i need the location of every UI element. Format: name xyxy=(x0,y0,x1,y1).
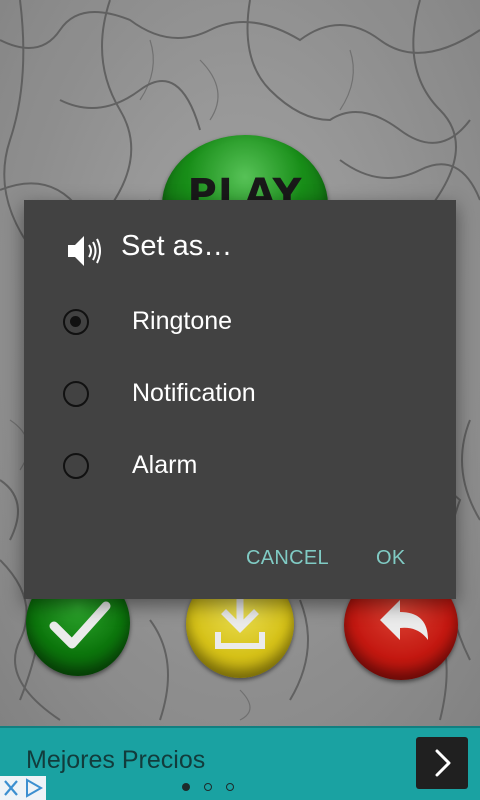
option-label: Alarm xyxy=(132,451,198,479)
cancel-button[interactable]: CANCEL xyxy=(246,538,329,578)
ad-next-button[interactable] xyxy=(416,737,468,789)
adchoices-icon xyxy=(26,778,44,798)
radio-alarm[interactable] xyxy=(63,453,89,479)
page-dot-active xyxy=(182,783,190,791)
option-ringtone[interactable]: Ringtone xyxy=(24,288,456,360)
ad-text[interactable]: Mejores Precios xyxy=(26,746,205,775)
ad-close-button[interactable] xyxy=(0,776,46,800)
option-label: Notification xyxy=(132,379,256,407)
ad-page-indicator xyxy=(182,783,242,795)
page-dot xyxy=(204,783,212,791)
ad-banner[interactable]: Mejores Precios xyxy=(0,726,480,800)
dialog-header: Set as… xyxy=(24,200,456,300)
page-dot xyxy=(226,783,234,791)
close-icon xyxy=(4,778,44,798)
radio-notification[interactable] xyxy=(63,381,89,407)
option-notification[interactable]: Notification xyxy=(24,360,456,432)
chevron-right-icon xyxy=(435,749,451,777)
dialog-title: Set as… xyxy=(121,230,233,262)
speaker-icon xyxy=(68,236,101,266)
radio-selected-dot xyxy=(70,316,81,327)
option-label: Ringtone xyxy=(132,307,233,335)
option-alarm[interactable]: Alarm xyxy=(24,432,456,504)
ok-button[interactable]: OK xyxy=(376,538,406,578)
set-as-dialog: Set as… Ringtone Notification Alarm CANC… xyxy=(24,200,456,599)
radio-ringtone[interactable] xyxy=(63,309,89,335)
